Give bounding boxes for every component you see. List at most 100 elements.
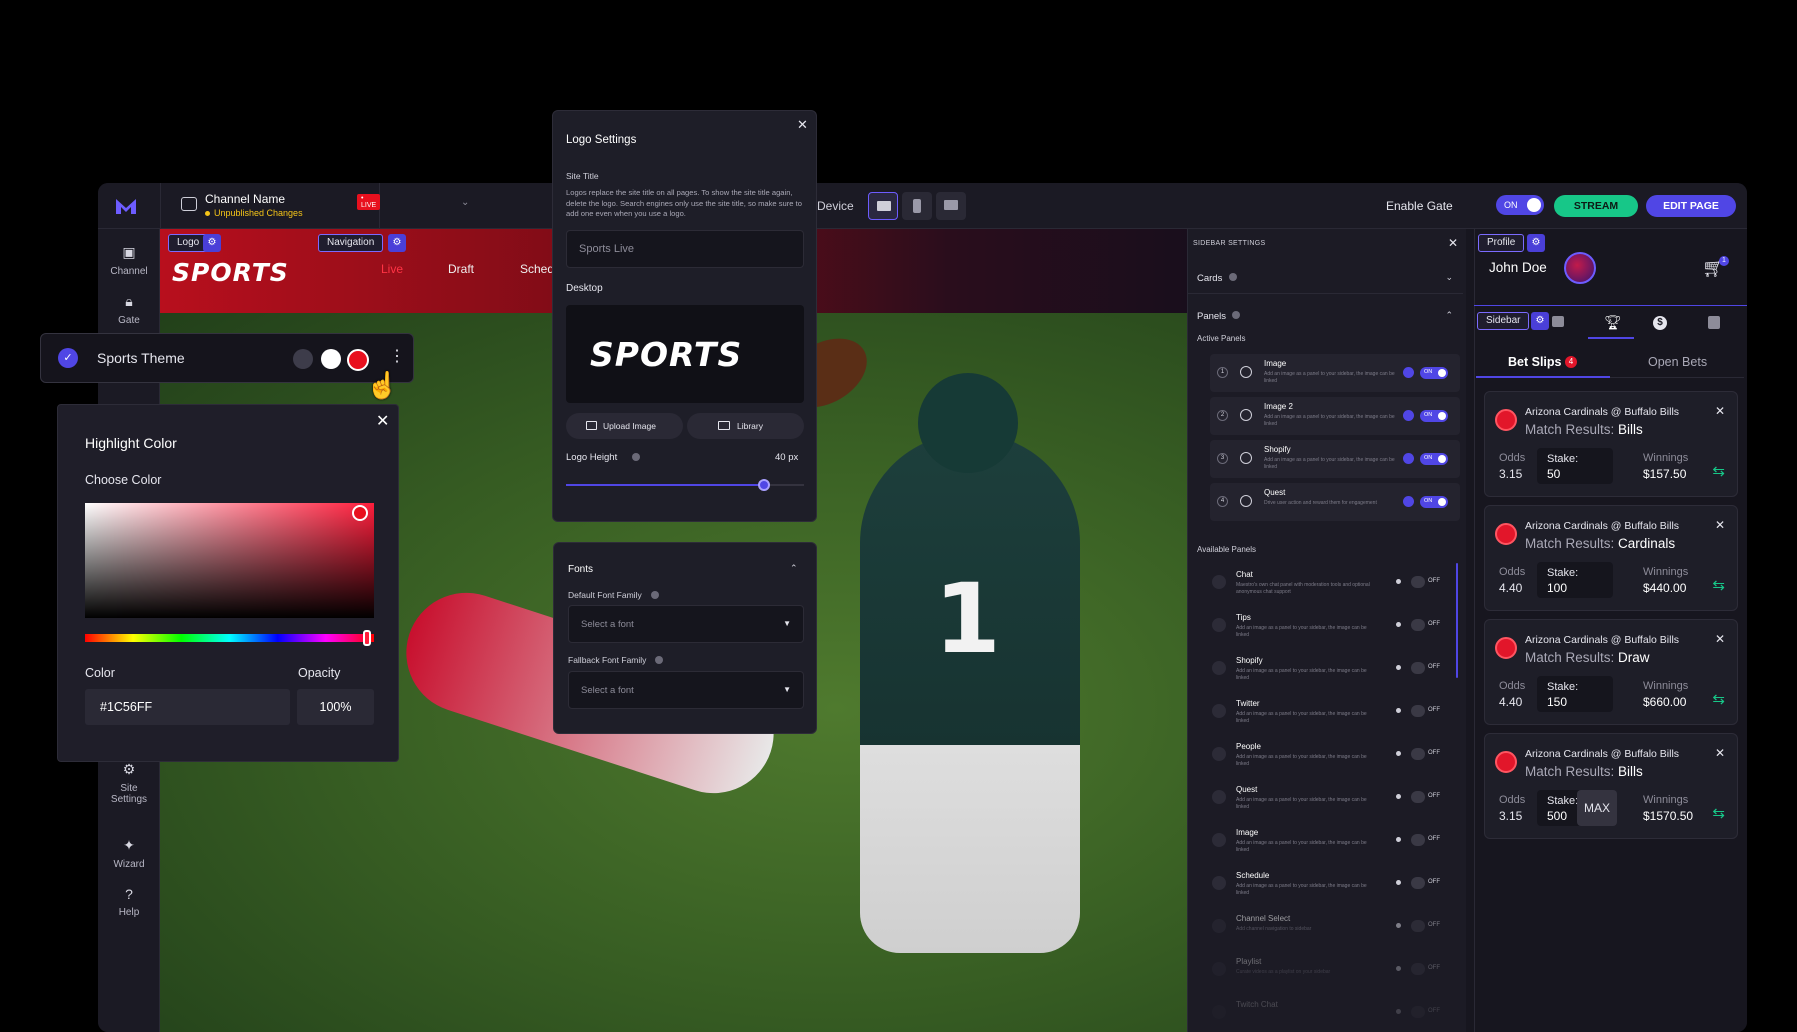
site-logo[interactable]: SPORTS — [172, 258, 289, 287]
profile-settings-button[interactable]: ⚙ — [1527, 234, 1545, 252]
stake-input[interactable]: Stake: 50 — [1537, 448, 1613, 484]
panel-toggle[interactable] — [1411, 705, 1425, 717]
theme-swatch[interactable] — [321, 349, 341, 369]
panel-toggle[interactable] — [1411, 963, 1425, 975]
chevron-up-icon[interactable]: ⌃ — [790, 563, 798, 574]
trophy-icon[interactable]: 🏆︎ — [1604, 314, 1622, 331]
wallet-icon[interactable] — [1552, 316, 1564, 327]
stake-input[interactable]: Stake: 100 — [1537, 562, 1613, 598]
swap-icon[interactable]: ⇆ — [1712, 690, 1725, 708]
stake-input[interactable]: Stake: 150 — [1537, 676, 1613, 712]
panel-settings-icon[interactable] — [1396, 665, 1401, 670]
panel-settings-icon[interactable] — [1396, 708, 1401, 713]
available-panel-row[interactable]: Twitter Add an image as a panel to your s… — [1200, 692, 1458, 730]
navigation-settings-button[interactable]: ⚙ — [388, 234, 406, 252]
swap-icon[interactable]: ⇆ — [1712, 804, 1725, 822]
hue-handle[interactable] — [363, 630, 371, 646]
tab-open-bets[interactable]: Open Bets — [1610, 348, 1744, 378]
max-stake-button[interactable]: MAX — [1577, 790, 1617, 826]
badge-icon[interactable] — [1708, 316, 1720, 329]
close-icon[interactable]: ✕ — [1715, 518, 1725, 532]
panel-toggle[interactable] — [1411, 1006, 1425, 1018]
panel-toggle[interactable] — [1411, 834, 1425, 846]
nav-item-help[interactable]: ? Help — [98, 886, 160, 918]
logo-height-slider[interactable] — [566, 479, 804, 491]
gate-toggle[interactable]: ON — [1496, 195, 1544, 215]
color-hex-input[interactable]: #1C56FF — [85, 689, 290, 725]
close-icon[interactable]: ✕ — [1448, 236, 1458, 250]
panel-settings-icon[interactable] — [1403, 367, 1414, 378]
upload-image-button[interactable]: Upload Image — [566, 413, 683, 439]
available-panel-row[interactable]: Channel Select Add channel navigation to … — [1200, 907, 1458, 945]
swap-icon[interactable]: ⇆ — [1712, 576, 1725, 594]
close-icon[interactable]: ✕ — [797, 117, 808, 133]
panel-settings-icon[interactable] — [1396, 923, 1401, 928]
available-panel-row[interactable]: Shopify Add an image as a panel to your s… — [1200, 649, 1458, 687]
panel-toggle[interactable] — [1411, 920, 1425, 932]
available-panel-row[interactable]: People Add an image as a panel to your si… — [1200, 735, 1458, 773]
hue-slider[interactable] — [85, 630, 374, 646]
opacity-input[interactable]: 100% — [297, 689, 374, 725]
panel-settings-icon[interactable] — [1396, 837, 1401, 842]
sidebar-settings-button[interactable]: ⚙ — [1531, 312, 1549, 330]
panel-settings-icon[interactable] — [1403, 496, 1414, 507]
panel-toggle[interactable] — [1411, 662, 1425, 674]
available-panel-row[interactable]: Twitch Chat OFF — [1200, 993, 1458, 1031]
theme-swatch-selected[interactable] — [347, 349, 369, 371]
avatar[interactable] — [1564, 252, 1596, 284]
profile-tag[interactable]: Profile — [1478, 234, 1525, 252]
logo-height-slider-handle[interactable] — [757, 479, 770, 491]
available-panel-row[interactable]: Chat Maestro's own chat panel with modera… — [1200, 563, 1458, 601]
channel-selector[interactable]: Channel Name • LIVE Unpublished Changes … — [160, 183, 469, 229]
active-panel-row[interactable]: 2 Image 2 Add an image as a panel to your … — [1210, 397, 1460, 435]
logo-settings-button[interactable]: ⚙ — [203, 234, 221, 252]
stream-button[interactable]: STREAM — [1554, 195, 1638, 217]
active-panel-row[interactable]: 1 Image Add an image as a panel to your si… — [1210, 354, 1460, 392]
panel-settings-icon[interactable] — [1396, 880, 1401, 885]
panel-settings-icon[interactable] — [1403, 453, 1414, 464]
mobile-device-button[interactable] — [902, 192, 932, 220]
panel-settings-icon[interactable] — [1396, 1009, 1401, 1014]
sidebar-tag[interactable]: Sidebar — [1477, 312, 1530, 330]
nav-item-gate[interactable]: 🔒︎ Gate — [98, 293, 160, 326]
site-nav-live[interactable]: Live — [381, 262, 403, 276]
site-nav-draft[interactable]: Draft — [448, 262, 474, 276]
tab-bet-slips[interactable]: Bet Slips 4 — [1476, 348, 1610, 378]
close-icon[interactable]: ✕ — [1715, 404, 1725, 418]
site-nav-schedule[interactable]: Sched — [520, 262, 554, 276]
maestro-logo-icon[interactable] — [114, 195, 138, 217]
available-panel-row[interactable]: Tips Add an image as a panel to your side… — [1200, 606, 1458, 644]
panel-settings-icon[interactable] — [1396, 622, 1401, 627]
library-button[interactable]: Library — [687, 413, 804, 439]
saturation-area[interactable] — [85, 503, 374, 618]
theme-bar[interactable]: ✓ Sports Theme ⋮ — [40, 333, 414, 383]
active-panel-row[interactable]: 3 Shopify Add an image as a panel to your … — [1210, 440, 1460, 478]
panel-settings-icon[interactable] — [1396, 794, 1401, 799]
site-title-input[interactable]: Sports Live — [566, 230, 804, 268]
desktop-device-button[interactable] — [868, 192, 898, 220]
panels-section[interactable]: Panels ⌃ — [1187, 300, 1463, 330]
available-panel-row[interactable]: Image Add an image as a panel to your sid… — [1200, 821, 1458, 859]
panel-settings-icon[interactable] — [1403, 410, 1414, 421]
default-font-select[interactable]: Select a font ▼ — [568, 605, 804, 643]
close-icon[interactable]: ✕ — [376, 411, 389, 431]
panel-toggle[interactable] — [1411, 748, 1425, 760]
saturation-handle[interactable] — [352, 505, 368, 521]
theme-swatch[interactable] — [293, 349, 313, 369]
cards-section[interactable]: Cards ⌄ — [1187, 262, 1463, 294]
fallback-font-select[interactable]: Select a font ▼ — [568, 671, 804, 709]
nav-item-site-settings[interactable]: ⚙ Site Settings — [98, 761, 160, 805]
close-icon[interactable]: ✕ — [1715, 632, 1725, 646]
swap-icon[interactable]: ⇆ — [1712, 462, 1725, 480]
panel-toggle[interactable] — [1411, 576, 1425, 588]
nav-item-wizard[interactable]: ✦ Wizard — [98, 837, 160, 870]
navigation-tag[interactable]: Navigation — [318, 234, 384, 252]
tv-device-button[interactable] — [936, 192, 966, 220]
dollar-icon[interactable]: $ — [1653, 316, 1667, 330]
panel-toggle[interactable] — [1411, 877, 1425, 889]
panel-settings-icon[interactable] — [1396, 579, 1401, 584]
panel-toggle[interactable] — [1411, 619, 1425, 631]
edit-page-button[interactable]: EDIT PAGE — [1646, 195, 1736, 217]
panel-settings-icon[interactable] — [1396, 966, 1401, 971]
panels-scrollbar[interactable] — [1456, 563, 1458, 678]
